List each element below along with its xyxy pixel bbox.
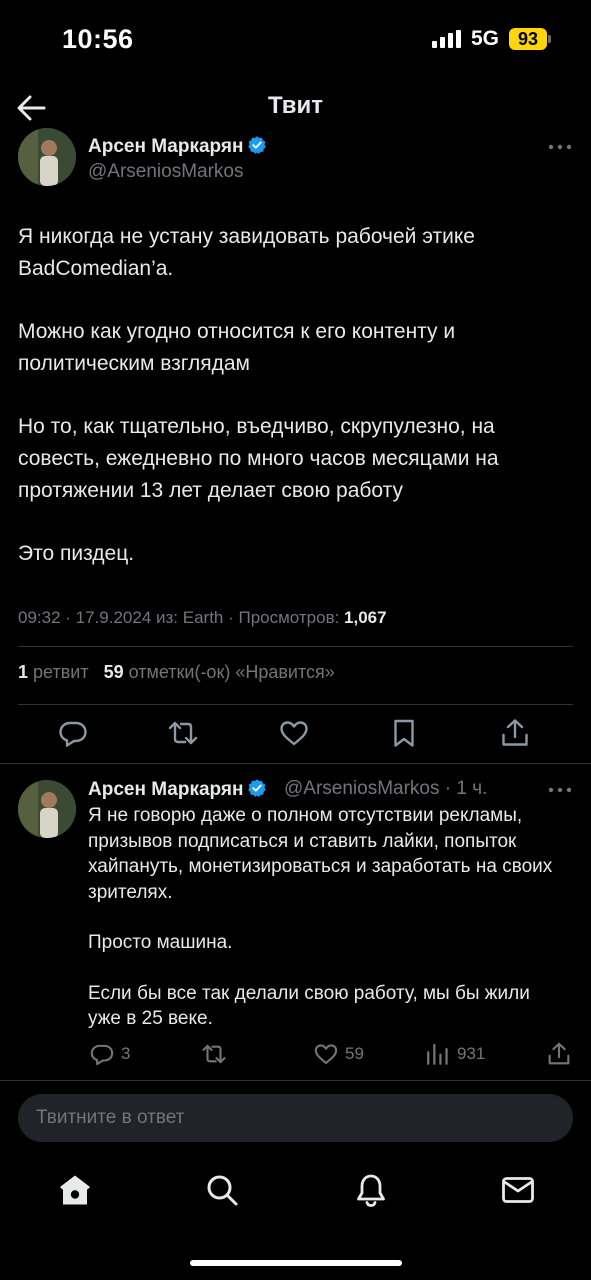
avatar[interactable] [18,128,76,186]
reply-author-name-text: Арсен Маркарян [88,779,244,800]
home-icon[interactable] [57,1172,93,1208]
avatar-image [18,780,76,838]
reply-icon [90,1044,114,1066]
views-count: 1,067 [344,608,387,627]
top-bar: Твит [0,80,591,136]
status-bar: 10:56 5G 93 [0,0,591,80]
signal-icon [432,30,461,48]
likes-count: 59 [103,662,124,682]
bell-icon[interactable] [353,1172,389,1208]
home-indicator [190,1260,402,1266]
reply-icon[interactable] [57,717,89,749]
view-count: 931 [457,1044,486,1063]
like-count: 59 [345,1044,364,1063]
reply-paragraph: Если бы все так делали свою работу, мы б… [88,982,530,1030]
network-label: 5G [471,27,500,50]
bookmark-icon[interactable] [388,717,420,749]
tweet-timestamp: 09:32 · 17.9.2024 из: Earth · Просмотров… [18,608,345,627]
share-button[interactable] [546,1041,572,1067]
reply-paragraph: Просто машина. [88,932,233,953]
reply-button[interactable]: 3 [89,1041,130,1067]
reply-input[interactable] [18,1094,573,1142]
verified-badge-icon [248,779,267,797]
like-heart-icon [314,1044,338,1064]
likes-stat[interactable]: 59 отметки(-ок) «Нравится» [104,662,335,682]
likes-label: отметки(-ок) «Нравится» [128,662,335,682]
retweet-icon [202,1044,226,1064]
tweet-text: Я никогда не устану завидовать рабочей э… [18,221,578,570]
like-button[interactable]: 59 [313,1041,364,1067]
avatar-image [18,128,76,186]
like-heart-icon[interactable] [278,717,310,749]
tweet-paragraph: Но то, как тщательно, въедчиво, скрупуле… [18,415,499,502]
battery-indicator: 93 [509,28,547,50]
verified-badge-icon [248,136,267,154]
battery-tip [548,35,551,43]
mail-icon[interactable] [500,1172,536,1208]
reply-avatar[interactable] [18,780,76,838]
tweet-stats: 1 ретвит 59 отметки(-ок) «Нравится» [18,662,335,683]
tweet-paragraph: Это пиздец. [18,542,135,565]
reply-author-handle[interactable]: @ArseniosMarkos · 1 ч. [284,778,487,800]
more-options-icon[interactable] [547,786,573,794]
retweets-label: ретвит [33,662,89,682]
divider [0,1080,591,1081]
reply-paragraph: Я не говорю даже о полном отсутствии рек… [88,805,553,903]
retweet-icon[interactable] [167,717,199,749]
retweet-button[interactable] [201,1041,227,1067]
author-handle[interactable]: @ArseniosMarkos [88,161,244,183]
reply-text: Я не говорю даже о полном отсутствии рек… [88,803,568,1032]
tweet-paragraph: Можно как угодно относится к его контент… [18,320,456,375]
divider [18,646,573,647]
divider [0,763,591,764]
divider [18,704,573,705]
author-name-text: Арсен Маркарян [88,136,244,157]
search-icon[interactable] [204,1172,240,1208]
reply-compose[interactable] [18,1094,573,1142]
reply-author-name[interactable]: Арсен Маркарян [88,778,267,801]
retweets-count: 1 [18,662,29,682]
retweets-stat[interactable]: 1 ретвит [18,662,89,682]
tweet-meta: 09:32 · 17.9.2024 из: Earth · Просмотров… [18,608,387,628]
share-icon [548,1042,570,1065]
status-time: 10:56 [62,24,134,54]
page-title: Твит [267,92,323,119]
more-options-icon[interactable] [547,143,573,151]
tweet-paragraph: Я никогда не устану завидовать рабочей э… [18,225,475,280]
author-name[interactable]: Арсен Маркарян [88,135,267,158]
reply-count: 3 [121,1044,131,1063]
share-icon[interactable] [499,717,531,749]
views-button[interactable]: 931 [425,1041,485,1067]
views-chart-icon [427,1043,448,1065]
